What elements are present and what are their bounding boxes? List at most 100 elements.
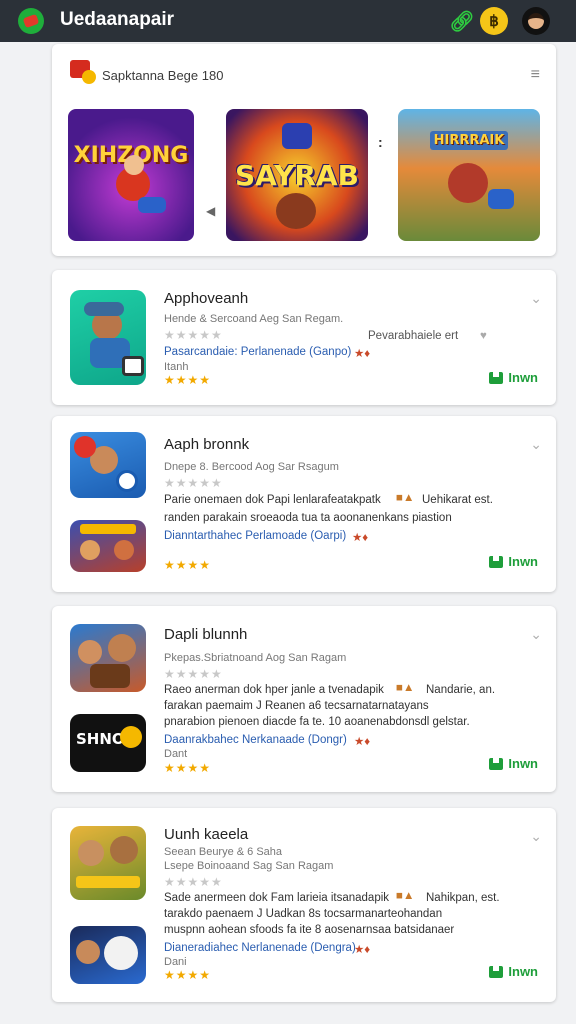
character-legs: [138, 197, 166, 213]
featured-card: Sapktanna Bege 180 ≡ XIHZONG ◀ SAYRAB : …: [52, 44, 556, 256]
rating-stars: ★★★★: [164, 968, 212, 982]
app-developer[interactable]: Pasarcandaie: Perlanenade (Ganpo): [164, 346, 351, 358]
character-art: [448, 163, 488, 203]
thumbnail-logo: SHNO: [76, 730, 125, 748]
app-name: Apphoveanh: [164, 290, 249, 307]
thumbnail-logo: [80, 524, 136, 534]
install-button[interactable]: Inwn: [489, 368, 538, 385]
rating-stars-empty: ★★★★★: [164, 667, 223, 681]
app-small-text: Dant: [164, 748, 188, 760]
app-description-3: muspnn aohean sfoods fa ite 8 aosenarnsa…: [164, 924, 455, 936]
app-logo-icon[interactable]: [18, 8, 44, 34]
character-shield: [488, 189, 514, 209]
app-card-4[interactable]: ⌄ Uunh kaeela Seean Beurye & 6 Saha Lsep…: [52, 808, 556, 1002]
install-label: Inwn: [508, 756, 538, 771]
app-description-tail: Nahikpan, est.: [426, 892, 500, 904]
featured-banner-3[interactable]: HIRRRAIK: [398, 109, 540, 241]
chevron-down-icon[interactable]: ⌄: [530, 436, 542, 453]
download-icon: [489, 368, 504, 384]
character-art: [78, 840, 104, 866]
character-head: [124, 155, 144, 175]
app-publisher: Dnepe 8. Bercood Aog Sar Rsagum: [164, 461, 339, 473]
character-helmet: [282, 123, 312, 149]
app-thumbnail-secondary[interactable]: [70, 520, 146, 572]
badge-icon: [122, 356, 144, 376]
pager-arrow-icon[interactable]: ◀: [206, 204, 215, 218]
character-art: [108, 634, 136, 662]
featured-banner-1[interactable]: XIHZONG: [68, 109, 194, 241]
rating-stars: ★★★★: [164, 373, 212, 387]
emoji-icons: ■▲: [396, 890, 415, 902]
app-thumbnail[interactable]: [70, 290, 146, 385]
heart-icon[interactable]: ♥: [480, 330, 487, 342]
app-description-2: tarakdo paenaem J Uadkan 8s tocsarmanart…: [164, 908, 443, 920]
character-art: [80, 540, 100, 560]
app-developer[interactable]: Daanrakbahec Nerkanaade (Dongr): [164, 734, 347, 746]
emoji-icons: ■▲: [396, 682, 415, 694]
character-art: [78, 640, 102, 664]
character-art: [114, 540, 134, 560]
character-art: [276, 193, 316, 229]
award-icon: ★♦: [354, 944, 371, 956]
featured-banner-2[interactable]: SAYRAB: [226, 109, 368, 241]
app-publisher: Pkepas.Sbriatnoand Aog San Ragam: [164, 652, 347, 664]
character-body: [90, 664, 130, 688]
heart-art: [74, 436, 96, 458]
app-publisher: Lsepe Boinoaand Sag San Ragam: [164, 860, 334, 872]
rating-stars: ★★★★: [164, 761, 212, 775]
install-button[interactable]: Inwn: [489, 754, 538, 771]
install-button[interactable]: Inwn: [489, 962, 538, 979]
character-art: [110, 836, 138, 864]
character-hat: [84, 302, 124, 316]
rating-stars: ★★★★: [164, 558, 212, 572]
app-thumbnail[interactable]: [70, 826, 146, 900]
chevron-down-icon[interactable]: ⌄: [530, 290, 542, 307]
app-thumbnail[interactable]: [70, 432, 146, 498]
side-note: Pevarabhaiele ert: [368, 330, 459, 342]
chevron-down-icon[interactable]: ⌄: [530, 828, 542, 845]
app-name: Uunh kaeela: [164, 826, 249, 843]
award-icon: ★♦: [352, 532, 369, 544]
link-icon[interactable]: 🔗︎: [448, 7, 476, 35]
install-label: Inwn: [508, 370, 538, 385]
banner-title: HIRRRAIK: [429, 130, 509, 150]
app-thumbnail-secondary[interactable]: SHNO: [70, 714, 146, 772]
avatar-icon[interactable]: [522, 7, 550, 35]
install-label: Inwn: [508, 554, 538, 569]
chevron-down-icon[interactable]: ⌄: [530, 626, 542, 643]
pager-dots[interactable]: :: [378, 134, 383, 150]
emoji-icons: ■▲: [396, 492, 415, 504]
app-small-text: Itanh: [164, 361, 189, 373]
app-description: Raeo anerman dok hper janle a tvenadapik: [164, 684, 384, 696]
app-developer[interactable]: Dianntarthahec Perlamoade (Oarpi): [164, 530, 346, 542]
character-art: [76, 940, 100, 964]
coin-icon[interactable]: ฿: [480, 7, 508, 35]
app-publisher: Hende & Sercoand Aeg San Regam.: [164, 313, 344, 325]
install-label: Inwn: [508, 964, 538, 979]
menu-icon[interactable]: ≡: [531, 66, 540, 84]
app-subtitle: Seean Beurye & 6 Saha: [164, 846, 283, 858]
app-description-tail: Uehikarat est.: [422, 494, 493, 506]
app-description: Parie onemaen dok Papi lenlarafeatakpatk: [164, 494, 381, 506]
app-title: Uedaanapair: [60, 9, 175, 30]
app-card-1[interactable]: ⌄ Apphoveanh Hende & Sercoand Aeg San Re…: [52, 270, 556, 405]
badge-icon: [116, 470, 138, 492]
award-icon: ★♦: [354, 348, 371, 360]
character-ghost: [104, 936, 138, 970]
install-button[interactable]: Inwn: [489, 552, 538, 569]
app-name: Aaph bronnk: [164, 436, 250, 453]
thumbnail-logo: [76, 876, 140, 888]
app-card-3[interactable]: ⌄ SHNO Dapli blunnh Pkepas.Sbriatnoand A…: [52, 606, 556, 792]
app-thumbnail-secondary[interactable]: [70, 926, 146, 984]
app-description-3: pnarabion pienoen diacde fa te. 10 aoane…: [164, 716, 470, 728]
top-bar: Uedaanapair 🔗︎ ฿: [0, 0, 576, 42]
app-card-2[interactable]: ⌄ Aaph bronnk Dnepe 8. Bercood Aog Sar R…: [52, 416, 556, 592]
award-icon: ★♦: [354, 736, 371, 748]
app-description-tail: Nandarie, an.: [426, 684, 496, 696]
banner-title: SAYRAB: [234, 158, 359, 192]
app-small-text: Dani: [164, 956, 187, 968]
rating-stars-empty: ★★★★★: [164, 328, 223, 342]
app-description: Sade anermeen dok Fam larieia itsanadapi…: [164, 892, 390, 904]
app-thumbnail[interactable]: [70, 624, 146, 692]
app-developer[interactable]: Dianeradiahec Nerlanenade (Dengra): [164, 942, 356, 954]
